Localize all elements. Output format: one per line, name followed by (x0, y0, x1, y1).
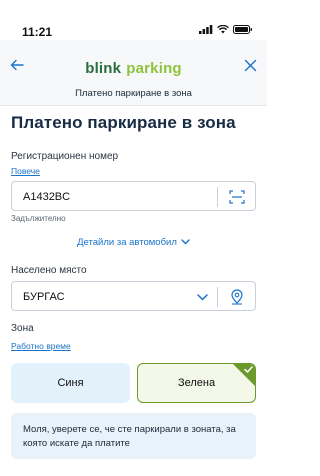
work-time-link[interactable]: Работно време (11, 341, 71, 351)
status-time: 11:21 (22, 25, 53, 39)
close-button[interactable] (239, 54, 261, 76)
page-title: Платено паркиране в зона (11, 113, 236, 132)
info-message: Моля, уверете се, че сте паркирали в зон… (11, 413, 256, 459)
status-bar: 11:21 (0, 0, 267, 40)
app-header: blink parking Платено паркиране в зона (0, 40, 267, 106)
zone-option-blue-label: Синя (57, 377, 84, 389)
check-icon (244, 366, 253, 373)
brand-logo-part2: parking (126, 60, 182, 77)
settlement-dropdown-toggle[interactable] (192, 287, 212, 307)
registration-more-link[interactable]: Повече (11, 166, 40, 176)
chevron-down-icon (181, 239, 190, 245)
registration-label: Регистрационен номер (11, 151, 119, 162)
zone-label: Зона (11, 323, 34, 334)
scan-icon (229, 190, 245, 204)
vehicle-details-toggle[interactable]: Детайли за автомобил (0, 237, 267, 248)
locate-button[interactable] (227, 287, 247, 307)
status-icons (199, 24, 253, 34)
signal-icon (199, 24, 213, 34)
location-pin-icon (231, 289, 243, 305)
zone-option-blue[interactable]: Синя (11, 363, 130, 403)
registration-value: A1432BC (23, 191, 71, 203)
settlement-value: БУРГАС (23, 291, 65, 303)
required-hint: Задължително (11, 214, 66, 223)
settlement-select[interactable]: БУРГАС (11, 281, 256, 311)
zone-option-green[interactable]: Зелена (137, 363, 256, 403)
zone-option-green-label: Зелена (177, 377, 216, 389)
battery-icon (233, 24, 252, 34)
header-subtitle: Платено паркиране в зона (75, 88, 192, 99)
chevron-down-icon (196, 293, 208, 301)
wifi-icon (217, 24, 229, 33)
close-icon (244, 59, 256, 71)
scan-plate-button[interactable] (227, 187, 247, 207)
info-message-text: Моля, уверете се, че сте паркирали в зон… (23, 424, 236, 449)
brand-logo-part1: blink (85, 60, 122, 77)
field-divider (217, 287, 218, 307)
settlement-label: Населено място (11, 265, 87, 276)
field-divider (217, 187, 218, 207)
brand-logo: blink parking (0, 60, 267, 77)
vehicle-details-label: Детайли за автомобил (77, 237, 177, 248)
registration-field[interactable]: A1432BC (11, 181, 256, 211)
